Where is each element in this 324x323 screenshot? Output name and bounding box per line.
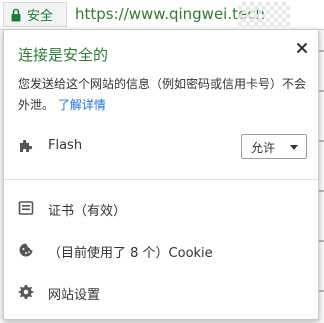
address-bar: 安全 https://www.qingwei.tech	[0, 0, 324, 30]
cookie-icon	[19, 243, 33, 257]
flash-label: Flash	[48, 138, 83, 153]
select-value: 允许	[251, 141, 276, 155]
url-obscured-area	[238, 2, 290, 27]
site-info-button[interactable]: 安全	[3, 2, 67, 27]
connection-info-popup: 连接是安全的 您发送给这个网站的信息（例如密码或信用卡号）不会外泄。 了解详情 …	[3, 29, 319, 320]
puzzle-icon	[20, 139, 33, 152]
flash-permission-select[interactable]: 允许	[241, 134, 307, 159]
chevron-down-icon	[290, 145, 298, 150]
cookie-label: （目前使用了 8 个）Cookie	[48, 246, 213, 261]
popup-title: 连接是安全的	[18, 46, 109, 64]
divider	[4, 179, 318, 180]
site-settings-label: 网站设置	[48, 288, 101, 303]
close-icon[interactable]	[294, 40, 310, 56]
certificate-icon	[18, 201, 34, 215]
certificate-label: 证书（有效）	[48, 204, 127, 219]
learn-more-link[interactable]: 了解详情	[58, 98, 106, 112]
security-description: 您发送给这个网站的信息（例如密码或信用卡号）不会外泄。 了解详情	[18, 74, 308, 116]
lock-icon	[11, 8, 21, 21]
gear-icon	[18, 285, 34, 299]
secure-label: 安全	[27, 9, 54, 24]
